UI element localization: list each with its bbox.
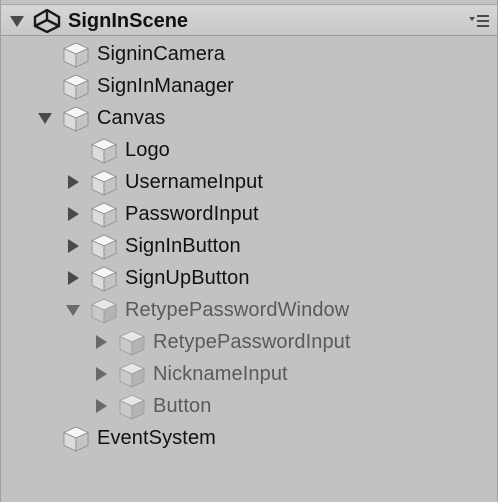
collapsed-arrow-icon[interactable] [63, 198, 83, 230]
collapsed-arrow-icon[interactable] [63, 230, 83, 262]
hierarchy-item-label: SignInManager [97, 75, 234, 97]
hierarchy-item-retypepasswordwindow[interactable]: RetypePasswordWindow [1, 294, 497, 326]
hierarchy-item-retypepasswordinput[interactable]: RetypePasswordInput [1, 326, 497, 358]
hierarchy-item-label: Logo [125, 139, 170, 161]
gameobject-cube-icon [90, 234, 118, 260]
hierarchy-item-label: RetypePasswordInput [153, 331, 351, 353]
gameobject-cube-icon [62, 74, 90, 100]
hierarchy-item-signinmanager[interactable]: SignInManager [1, 70, 497, 102]
hierarchy-item-label: SignInButton [125, 235, 241, 257]
gameobject-cube-icon [90, 202, 118, 228]
options-menu-icon[interactable] [467, 13, 491, 29]
gameobject-cube-icon [118, 330, 146, 356]
hierarchy-item-button[interactable]: Button [1, 390, 497, 422]
hierarchy-item-usernameinput[interactable]: UsernameInput [1, 166, 497, 198]
gameobject-cube-icon [90, 298, 118, 324]
collapsed-arrow-icon[interactable] [63, 166, 83, 198]
hierarchy-item-label: Button [153, 395, 212, 417]
gameobject-cube-icon [118, 394, 146, 420]
collapsed-arrow-icon[interactable] [91, 326, 111, 358]
hierarchy-item-label: SigninCamera [97, 43, 225, 65]
hierarchy-item-label: EventSystem [97, 427, 216, 449]
hierarchy-item-signinbutton[interactable]: SignInButton [1, 230, 497, 262]
hierarchy-item-canvas[interactable]: Canvas [1, 102, 497, 134]
scene-header[interactable]: SignInScene [1, 4, 497, 36]
hierarchy-item-label: SignUpButton [125, 267, 250, 289]
gameobject-cube-icon [90, 170, 118, 196]
expand-arrow-icon[interactable] [7, 5, 27, 37]
hierarchy-item-signupbutton[interactable]: SignUpButton [1, 262, 497, 294]
hierarchy-item-label: UsernameInput [125, 171, 264, 193]
hierarchy-item-label: RetypePasswordWindow [125, 299, 350, 321]
hierarchy-item-logo[interactable]: Logo [1, 134, 497, 166]
hierarchy-item-label: NicknameInput [153, 363, 288, 385]
hierarchy-panel: SignInScene SigninCamera SignInManager Can… [0, 0, 498, 502]
collapsed-arrow-icon[interactable] [91, 390, 111, 422]
expanded-arrow-icon[interactable] [63, 294, 83, 326]
hierarchy-item-nicknameinput[interactable]: NicknameInput [1, 358, 497, 390]
collapsed-arrow-icon[interactable] [63, 262, 83, 294]
gameobject-cube-icon [62, 426, 90, 452]
hierarchy-item-signincamera[interactable]: SigninCamera [1, 38, 497, 70]
gameobject-cube-icon [90, 138, 118, 164]
gameobject-cube-icon [90, 266, 118, 292]
expanded-arrow-icon[interactable] [35, 102, 55, 134]
gameobject-cube-icon [62, 106, 90, 132]
unity-logo-icon [33, 9, 61, 33]
hierarchy-item-label: Canvas [97, 107, 166, 129]
hierarchy-item-eventsystem[interactable]: EventSystem [1, 422, 497, 454]
scene-title: SignInScene [68, 10, 189, 32]
collapsed-arrow-icon[interactable] [91, 358, 111, 390]
gameobject-cube-icon [62, 42, 90, 68]
gameobject-cube-icon [118, 362, 146, 388]
hierarchy-item-passwordinput[interactable]: PasswordInput [1, 198, 497, 230]
hierarchy-item-label: PasswordInput [125, 203, 259, 225]
